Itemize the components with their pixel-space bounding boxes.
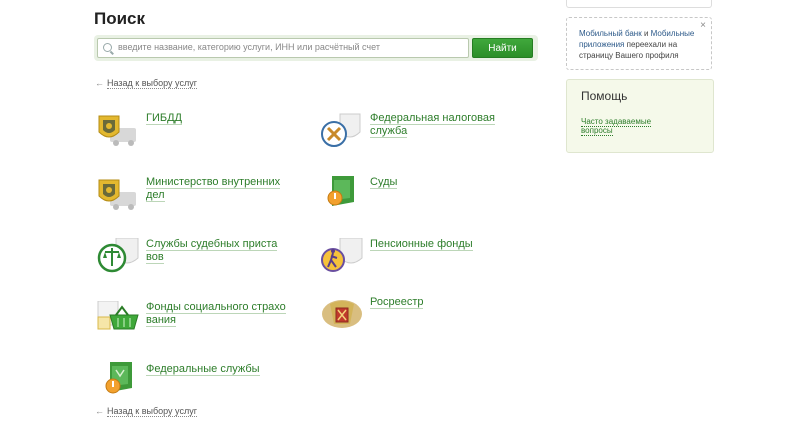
back-link-top[interactable]: ← Назад к выбору услуг (95, 78, 197, 89)
bailiffs-scales-icon (97, 238, 139, 273)
courts-icon (327, 176, 354, 206)
help-panel: Помощь Часто задаваемые вопросы (566, 79, 714, 153)
tax-service-icon (321, 113, 361, 147)
rosreestr-eagle-icon (322, 300, 362, 328)
help-title: Помощь (581, 89, 628, 103)
search-icon (103, 43, 112, 52)
side-panel-top-edge (566, 0, 712, 8)
search-input[interactable]: введите название, категорию услуги, ИНН … (97, 38, 469, 58)
arrow-left-icon: ← (95, 78, 104, 88)
gibdd-emblem-icon (98, 115, 136, 146)
mvd-emblem-icon (98, 179, 136, 210)
social-insurance-basket-icon (97, 301, 139, 330)
back-link-bottom[interactable]: ← Назад к выбору услуг (95, 406, 197, 417)
search-button[interactable]: Найти (472, 38, 533, 58)
federal-services-icon (105, 362, 132, 394)
search-bar: введите название, категорию услуги, ИНН … (94, 35, 538, 61)
faq-link[interactable]: Часто задаваемые вопросы (581, 117, 661, 136)
close-icon[interactable]: × (700, 20, 706, 31)
mobile-bank-link[interactable]: Мобильный банк (579, 29, 642, 38)
page-title: Поиск (94, 9, 146, 28)
notice-text: Мобильный банк и Мобильные приложения пе… (579, 29, 695, 60)
notice-box: × Мобильный банк и Мобильные приложения … (566, 17, 712, 70)
pension-fund-icon (321, 238, 363, 272)
search-placeholder: введите название, категорию услуги, ИНН … (118, 42, 380, 52)
arrow-left-icon: ← (95, 406, 104, 416)
